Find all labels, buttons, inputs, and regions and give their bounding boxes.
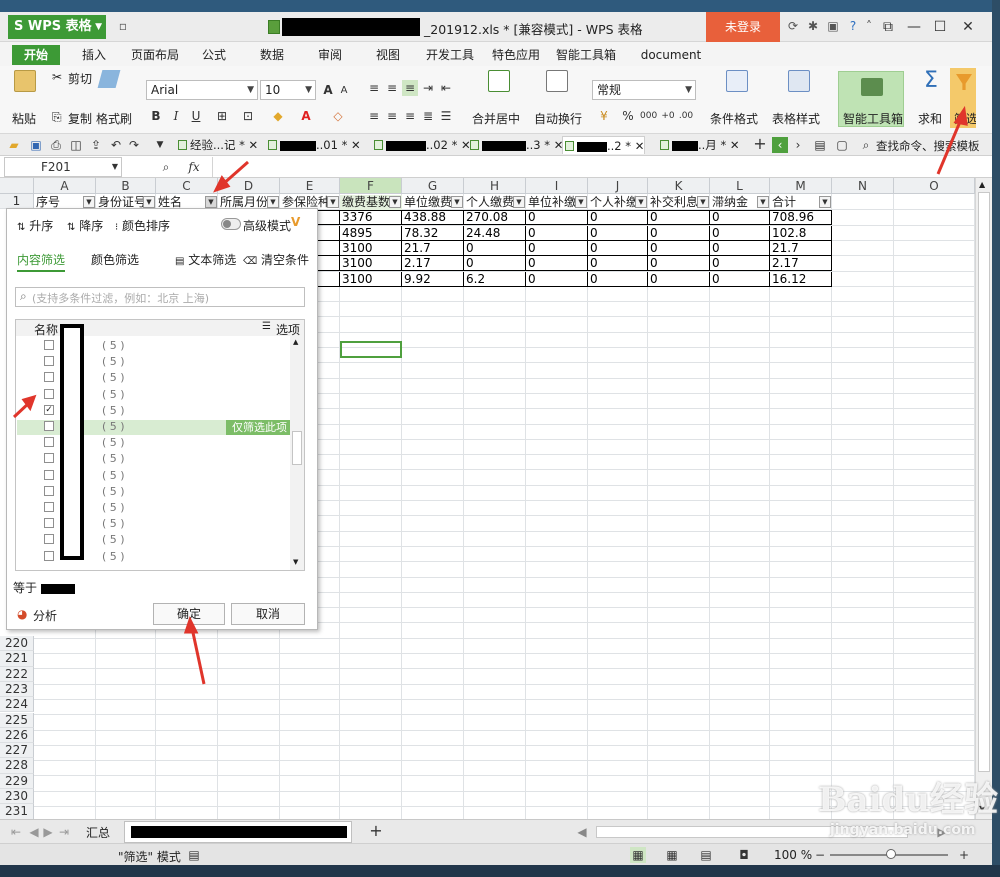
next-sheet-icon[interactable]: ▶: [40, 824, 56, 840]
wps-window: S WPS 表格 ▼ ▫ _201912.xls * [兼容模式] - WPS 表…: [0, 12, 992, 865]
reading-mode-icon[interactable]: ◘: [736, 847, 752, 863]
desktop-right-strip: [992, 0, 1000, 877]
arrow-to-ok: [190, 627, 206, 685]
sheet-status-icon: ▤: [188, 848, 200, 862]
normal-view-icon[interactable]: ▦: [630, 847, 646, 863]
sheet-tab-active[interactable]: [124, 821, 352, 843]
add-sheet-icon[interactable]: +: [368, 823, 384, 839]
redacted-sheet-name: [131, 826, 347, 838]
baidu-watermark: Baidu经验 jingyan.baidu.com: [817, 780, 998, 838]
page-break-view-icon[interactable]: ▦: [664, 847, 680, 863]
annotation-arrows: [12, 105, 968, 685]
arrow-head: [183, 616, 199, 634]
last-sheet-icon[interactable]: ⇥: [56, 824, 72, 840]
page-layout-view-icon[interactable]: ▤: [698, 847, 714, 863]
desktop-top-strip: [0, 0, 992, 12]
first-sheet-icon[interactable]: ⇤: [8, 824, 24, 840]
hscroll-left-icon[interactable]: ◀: [574, 824, 590, 840]
arrow-head: [953, 105, 968, 126]
sheet-tab-summary[interactable]: 汇总: [86, 824, 110, 841]
arrow-to-filter-button: [936, 116, 964, 175]
filter-mode-status: "筛选" 模式: [118, 850, 181, 864]
